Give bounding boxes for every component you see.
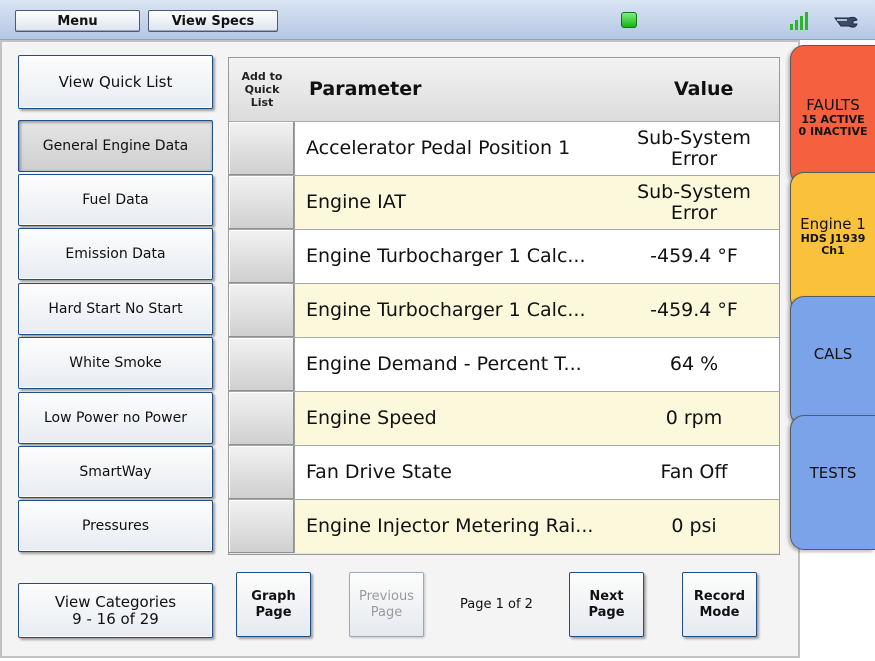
parameter-value: -459.4 °F [650,245,738,267]
page-indicator: Page 1 of 2 [460,597,533,612]
parameter-name: Accelerator Pedal Position 1 [306,137,571,159]
tab-faults[interactable]: FAULTS 15 ACTIVE 0 INACTIVE [790,45,875,185]
menu-button[interactable]: Menu [15,10,140,32]
column-header-parameter: Parameter [309,78,422,100]
column-header-value: Value [674,78,734,100]
category-button[interactable]: Emission Data [18,228,213,280]
view-categories-label: View Categories [54,592,177,611]
parameter-name: Engine Speed [306,407,437,429]
table-row[interactable]: Engine Demand - Percent T... 64 % [229,337,779,391]
parameter-name: Engine IAT [306,191,406,213]
category-button[interactable]: Hard Start No Start [18,283,213,335]
add-to-quick-list-button[interactable] [229,446,295,499]
previous-page-button[interactable]: Previous Page [349,572,424,637]
signal-strength-icon [790,12,808,30]
parameter-name: Engine Turbocharger 1 Calc... [306,299,586,321]
tab-engine-1[interactable]: Engine 1 HDS J1939 Ch1 [790,172,875,312]
add-to-quick-list-button[interactable] [229,338,295,391]
category-button[interactable]: Pressures [18,500,213,552]
parameter-value: 0 psi [671,515,717,537]
table-header: Add to Quick List Parameter Value [229,58,779,121]
parameter-value: Fan Off [660,461,728,483]
add-to-quick-list-button[interactable] [229,230,295,283]
table-row[interactable]: Fan Drive State Fan Off [229,445,779,499]
view-quick-list-button[interactable]: View Quick List [18,55,213,109]
parameter-value: -459.4 °F [650,299,738,321]
table-row[interactable]: Engine Turbocharger 1 Calc... -459.4 °F [229,283,779,337]
add-to-quick-list-button[interactable] [229,122,295,175]
wrench-icon[interactable] [833,12,859,32]
parameter-value: Sub-System Error [637,126,751,170]
category-button[interactable]: SmartWay [18,446,213,498]
table-row[interactable]: Engine Speed 0 rpm [229,391,779,445]
add-to-quick-list-button[interactable] [229,284,295,337]
tab-cals[interactable]: CALS [790,296,875,426]
category-button[interactable]: Fuel Data [18,174,213,226]
parameter-name: Engine Demand - Percent T... [306,353,582,375]
view-categories-range: 9 - 16 of 29 [72,609,159,628]
column-header-add-to-quick-list: Add to Quick List [241,70,283,109]
table-row[interactable]: Engine Injector Metering Rai... 0 psi [229,499,779,553]
graph-page-button[interactable]: Graph Page [236,572,311,637]
record-mode-button[interactable]: Record Mode [682,572,757,637]
parameter-value: 0 rpm [665,407,723,429]
add-to-quick-list-button[interactable] [229,500,295,553]
category-button[interactable]: General Engine Data [18,120,213,172]
next-page-button[interactable]: Next Page [569,572,644,637]
parameter-table: Add to Quick List Parameter Value Accele… [228,57,780,555]
parameter-name: Fan Drive State [306,461,452,483]
parameter-name: Engine Injector Metering Rai... [306,515,594,537]
table-row[interactable]: Engine Turbocharger 1 Calc... -459.4 °F [229,229,779,283]
tab-tests[interactable]: TESTS [790,415,875,550]
top-toolbar: Menu View Specs [0,0,875,40]
parameter-value: 64 % [669,353,719,375]
parameter-value: Sub-System Error [637,180,751,224]
category-button[interactable]: Low Power no Power [18,392,213,444]
table-row[interactable]: Accelerator Pedal Position 1 Sub-System Er… [229,121,779,175]
table-row[interactable]: Engine IAT Sub-System Error [229,175,779,229]
category-button[interactable]: White Smoke [18,337,213,389]
add-to-quick-list-button[interactable] [229,176,295,229]
view-specs-button[interactable]: View Specs [148,10,278,32]
parameter-name: Engine Turbocharger 1 Calc... [306,245,586,267]
view-categories-button[interactable]: View Categories 9 - 16 of 29 [18,583,213,638]
status-light-icon [621,12,637,28]
add-to-quick-list-button[interactable] [229,392,295,445]
